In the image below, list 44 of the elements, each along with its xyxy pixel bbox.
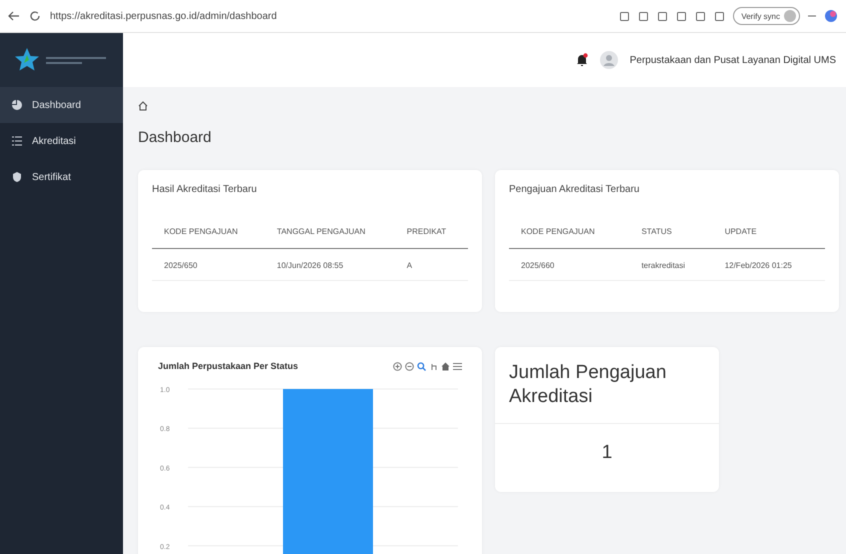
zoom-out-icon[interactable] bbox=[405, 362, 414, 370]
bell-icon[interactable] bbox=[576, 53, 588, 67]
column-header: KODE PENGAJUAN bbox=[152, 227, 265, 248]
sidebar-item[interactable]: Akreditasi bbox=[0, 123, 123, 159]
home-icon[interactable] bbox=[441, 362, 450, 370]
card-title: Hasil Akreditasi Terbaru bbox=[152, 184, 258, 195]
toolbar-icon[interactable] bbox=[638, 10, 650, 22]
list-icon bbox=[12, 136, 22, 146]
zoom-in-icon[interactable] bbox=[393, 362, 402, 370]
sidebar-item[interactable]: Dashboard bbox=[0, 87, 123, 123]
card-title: Jumlah Pengajuan Akreditasi bbox=[495, 347, 719, 424]
logo[interactable] bbox=[0, 33, 123, 87]
column-header: KODE PENGAJUAN bbox=[509, 227, 630, 248]
search-icon[interactable] bbox=[417, 362, 426, 370]
home-icon[interactable] bbox=[138, 101, 148, 111]
table-cell: 10/Jun/2026 08:55 bbox=[264, 248, 395, 280]
sidebar-item[interactable]: Sertifikat bbox=[0, 159, 123, 195]
pie-chart-icon bbox=[12, 100, 22, 110]
toolbar-icon[interactable] bbox=[714, 10, 726, 22]
column-header: UPDATE bbox=[712, 227, 825, 248]
table-cell: 2025/650 bbox=[152, 248, 265, 280]
table-cell: 2025/660 bbox=[509, 248, 630, 280]
menu-icon[interactable] bbox=[453, 362, 462, 370]
reload-icon[interactable] bbox=[29, 10, 41, 22]
profile-button[interactable]: Verify sync bbox=[733, 7, 800, 25]
back-icon[interactable] bbox=[8, 10, 20, 22]
user-name[interactable]: Perpustakaan dan Pusat Layanan Digital UMS bbox=[630, 54, 836, 66]
toolbar-icon[interactable] bbox=[657, 10, 668, 22]
count-value: 1 bbox=[600, 440, 614, 464]
column-header: TANGGAL PENGAJUAN bbox=[264, 227, 395, 248]
table-cell: 12/Feb/2026 01:25 bbox=[712, 248, 825, 280]
toolbar-icon[interactable] bbox=[676, 10, 688, 22]
shield-icon bbox=[12, 172, 22, 182]
chart-title: Jumlah Perpustakaan Per Status bbox=[158, 361, 298, 371]
toolbar-icon[interactable] bbox=[695, 10, 706, 22]
toolbar-icon[interactable] bbox=[619, 10, 630, 22]
address-bar[interactable]: https://akreditasi.perpusnas.go.id/admin/dashboard bbox=[50, 10, 610, 22]
column-header: PREDIKAT bbox=[394, 227, 468, 248]
column-header: STATUS bbox=[629, 227, 713, 248]
more-icon[interactable] bbox=[808, 14, 816, 18]
page-title: Dashboard bbox=[138, 129, 212, 146]
table-cell: A bbox=[394, 248, 468, 280]
card-title: Pengajuan Akreditasi Terbaru bbox=[509, 184, 640, 195]
table-cell: terakreditasi bbox=[629, 248, 713, 280]
